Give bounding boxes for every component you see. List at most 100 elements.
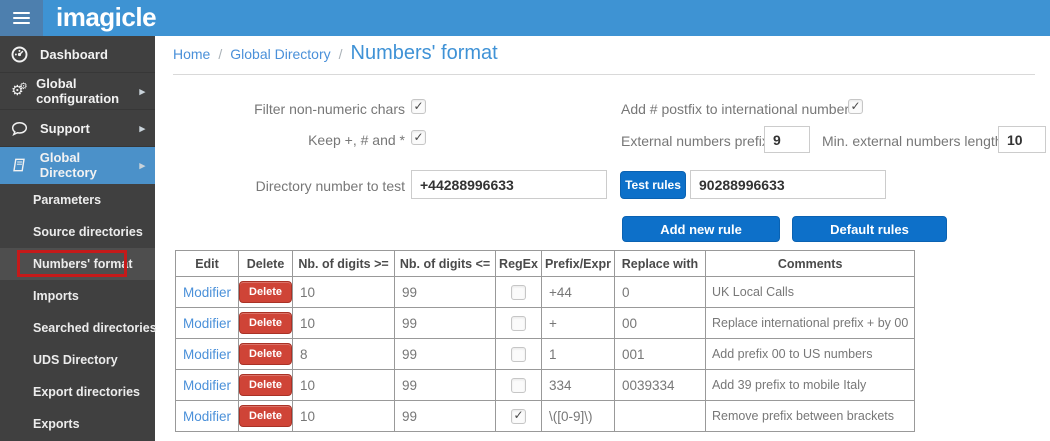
cell-regex	[496, 401, 542, 432]
cell-delete: Delete	[239, 401, 293, 432]
min-length-input[interactable]	[998, 126, 1046, 153]
sidebar-item-dashboard[interactable]: Dashboard	[0, 36, 155, 73]
column-header-nb-of-digits: Nb. of digits >=	[293, 251, 395, 277]
default-rules-button[interactable]: Default rules	[792, 216, 947, 242]
add-new-rule-button[interactable]: Add new rule	[622, 216, 780, 242]
sidebar-subitem-source-directories[interactable]: Source directories	[0, 216, 155, 248]
external-prefix-input[interactable]	[764, 126, 810, 153]
external-prefix-label: External numbers prefix	[621, 133, 769, 149]
cell-replace-with	[614, 401, 705, 432]
test-result-input[interactable]	[690, 170, 886, 199]
breadcrumb-divider	[173, 74, 1035, 75]
sidebar-subitem-searched-directories[interactable]: Searched directories	[0, 312, 155, 344]
cell-prefix-expr: 334	[541, 370, 614, 401]
cell-comment: UK Local Calls	[705, 277, 914, 308]
breadcrumb-separator: /	[339, 46, 343, 62]
sidebar-subitem-exports[interactable]: Exports	[0, 408, 155, 440]
table-row: Modifier Delete1099 +440UK Local Calls	[176, 277, 915, 308]
cell-max-digits: 99	[395, 339, 496, 370]
table-row: ModifierDelete1099+00Replace internation…	[176, 308, 915, 339]
modify-rule-link[interactable]: Modifier	[183, 347, 231, 362]
top-bar: imagicle	[0, 0, 1050, 36]
dashboard-gauge-icon	[11, 46, 32, 63]
breadcrumb: Home / Global Directory / Numbers' forma…	[173, 42, 498, 65]
regex-checkbox[interactable]	[511, 409, 526, 424]
cell-max-digits: 99	[395, 277, 496, 308]
sidebar-item-label: Global configuration	[36, 76, 139, 106]
cell-prefix-expr: +44	[541, 277, 614, 308]
delete-rule-button[interactable]: Delete	[239, 312, 292, 334]
filter-non-numeric-label: Filter non-numeric chars	[173, 101, 405, 117]
table-header-row: EditDeleteNb. of digits >=Nb. of digits …	[176, 251, 915, 277]
delete-rule-button[interactable]: Delete	[239, 281, 292, 303]
sidebar-subitem-parameters[interactable]: Parameters	[0, 184, 155, 216]
sidebar-item-label: Global Directory	[40, 150, 140, 180]
test-number-label: Directory number to test	[173, 178, 405, 194]
sidebar-subitem-export-directories[interactable]: Export directories	[0, 376, 155, 408]
sidebar-subitem-uds-directory[interactable]: UDS Directory	[0, 344, 155, 376]
cell-edit: Modifier	[176, 339, 239, 370]
sidebar-item-label: Dashboard	[40, 47, 108, 62]
chevron-right-icon: ▸	[139, 85, 145, 98]
sidebar-subitem-imports[interactable]: Imports	[0, 280, 155, 312]
cell-edit: Modifier	[176, 308, 239, 339]
cell-min-digits: 10	[293, 277, 395, 308]
test-number-input[interactable]	[411, 170, 607, 199]
cell-delete: Delete	[239, 277, 293, 308]
postfix-international-checkbox[interactable]	[848, 99, 863, 114]
test-rules-button[interactable]: Test rules	[620, 171, 686, 199]
keep-chars-checkbox[interactable]	[411, 130, 426, 145]
regex-checkbox[interactable]	[511, 347, 526, 362]
breadcrumb-link-global-directory[interactable]: Global Directory	[230, 46, 330, 62]
sidebar: Dashboard ⚙⚙ Global configuration▸ Support▸…	[0, 36, 155, 441]
regex-checkbox[interactable]	[511, 378, 526, 393]
column-header-comments: Comments	[705, 251, 914, 277]
sidebar-item-support[interactable]: Support▸	[0, 110, 155, 147]
hamburger-icon	[13, 12, 30, 14]
sidebar-item-global-configuration[interactable]: ⚙⚙ Global configuration▸	[0, 73, 155, 110]
cell-comment: Add prefix 00 to US numbers	[705, 339, 914, 370]
delete-rule-button[interactable]: Delete	[239, 374, 292, 396]
cell-comment: Add 39 prefix to mobile Italy	[705, 370, 914, 401]
sidebar-subitem-numbers-format[interactable]: Numbers' format	[0, 248, 155, 280]
delete-rule-button[interactable]: Delete	[239, 343, 292, 365]
postfix-international-label: Add # postfix to international numbers	[621, 101, 856, 117]
app-window: Home / Global Directory / Numbers' forma…	[0, 0, 1050, 441]
cell-delete: Delete	[239, 339, 293, 370]
delete-rule-button[interactable]: Delete	[239, 405, 292, 427]
table-row: ModifierDelete10993340039334Add 39 prefi…	[176, 370, 915, 401]
cell-regex	[496, 370, 542, 401]
modify-rule-link[interactable]: Modifier	[183, 409, 231, 424]
sidebar-item-global-directory[interactable]: Global Directory▸	[0, 147, 155, 184]
cell-edit: Modifier	[176, 401, 239, 432]
modify-rule-link[interactable]: Modifier	[183, 378, 231, 393]
breadcrumb-link-home[interactable]: Home	[173, 46, 210, 62]
gears-icon: ⚙⚙	[11, 84, 28, 98]
cell-replace-with: 00	[614, 308, 705, 339]
cell-edit: Modifier	[176, 277, 239, 308]
cell-min-digits: 10	[293, 401, 395, 432]
cell-replace-with: 0	[614, 277, 705, 308]
modify-rule-link[interactable]: Modifier	[183, 285, 231, 300]
cell-comment: Replace international prefix + by 00	[705, 308, 914, 339]
cell-regex	[496, 277, 542, 308]
column-header-delete: Delete	[239, 251, 293, 277]
page-title: Numbers' format	[351, 42, 498, 65]
filter-non-numeric-checkbox[interactable]	[411, 99, 426, 114]
book-icon	[11, 157, 32, 173]
main-content: Home / Global Directory / Numbers' forma…	[0, 0, 1050, 441]
cell-replace-with: 001	[614, 339, 705, 370]
cell-prefix-expr: +	[541, 308, 614, 339]
cell-prefix-expr: 1	[541, 339, 614, 370]
table-row: ModifierDelete8991001Add prefix 00 to US…	[176, 339, 915, 370]
modify-rule-link[interactable]: Modifier	[183, 316, 231, 331]
regex-checkbox[interactable]	[511, 316, 526, 331]
cell-prefix-expr: \([0-9]\)	[541, 401, 614, 432]
cell-regex	[496, 308, 542, 339]
hamburger-menu-button[interactable]	[0, 0, 43, 36]
sidebar-item-label: Support	[40, 121, 90, 136]
regex-checkbox[interactable]	[511, 285, 526, 300]
column-header-edit: Edit	[176, 251, 239, 277]
min-length-label: Min. external numbers length	[822, 133, 1003, 149]
cell-max-digits: 99	[395, 308, 496, 339]
